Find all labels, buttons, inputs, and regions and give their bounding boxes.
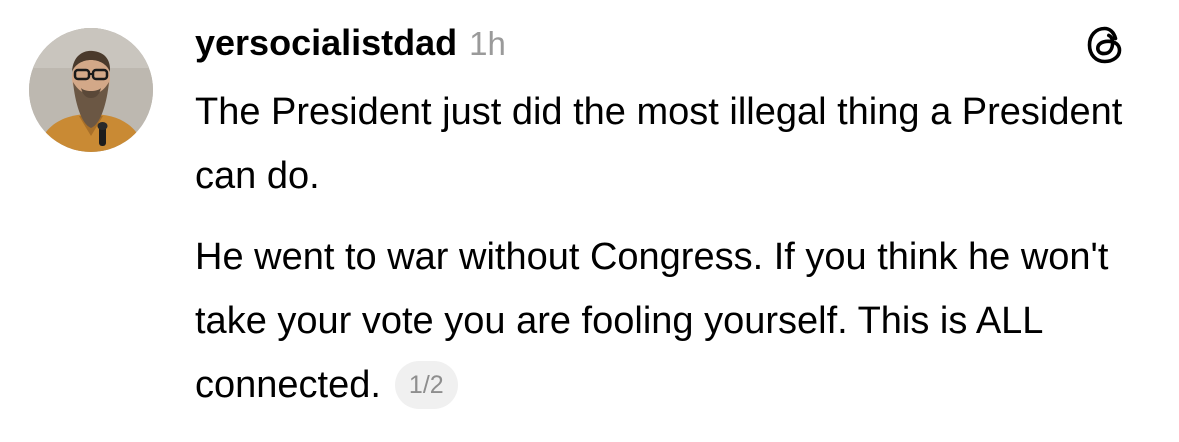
post-header: yersocialistdad 1h <box>195 22 506 66</box>
avatar-photo <box>29 28 153 152</box>
post-paragraph-1: The President just did the most illegal … <box>195 91 1123 197</box>
post-paragraph-2: He went to war without Congress. If you … <box>195 225 1155 417</box>
username-link[interactable]: yersocialistdad <box>195 22 457 64</box>
timestamp: 1h <box>469 25 506 62</box>
post-paragraph-2-text: He went to war without Congress. If you … <box>195 236 1109 406</box>
threads-post: yersocialistdad 1h The President just di… <box>0 0 1179 442</box>
avatar[interactable] <box>29 28 153 152</box>
threads-logo-icon[interactable] <box>1082 22 1128 68</box>
page-indicator-badge: 1/2 <box>394 361 458 409</box>
post-body: The President just did the most illegal … <box>195 80 1155 417</box>
